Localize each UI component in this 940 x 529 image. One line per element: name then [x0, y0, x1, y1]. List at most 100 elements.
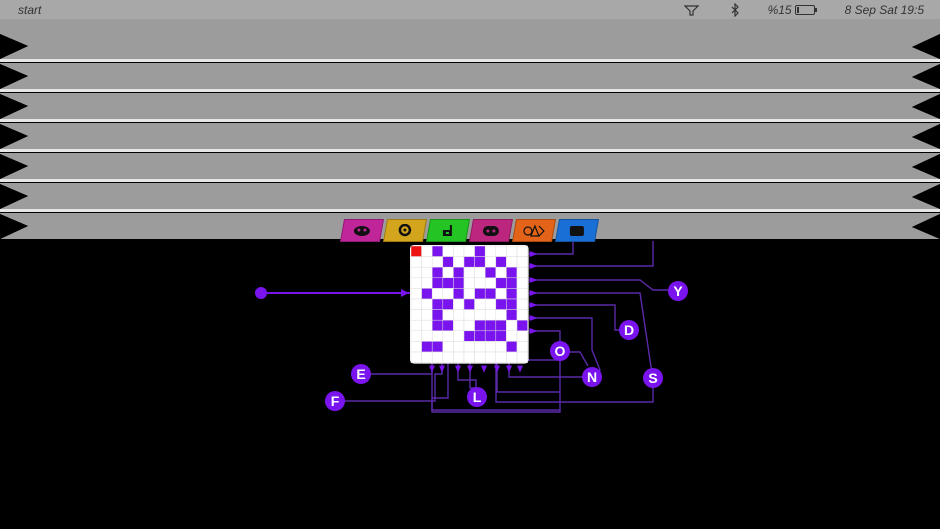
grid-cell[interactable]	[474, 277, 486, 289]
grid-cell[interactable]	[463, 245, 475, 257]
grid-cell[interactable]	[495, 351, 507, 363]
grid-cell[interactable]	[516, 266, 528, 279]
tab-music[interactable]	[425, 219, 471, 242]
grid-cell[interactable]	[463, 298, 475, 310]
grid-cell[interactable]	[506, 351, 518, 363]
grid-cell[interactable]	[506, 309, 518, 321]
grid-cell[interactable]	[495, 288, 507, 300]
grid-cell[interactable]	[495, 266, 507, 279]
grid-cell[interactable]	[421, 351, 433, 363]
grid-cell[interactable]	[463, 277, 475, 289]
grid-cell[interactable]	[410, 330, 422, 342]
grid-cell[interactable]	[474, 319, 486, 332]
grid-cell[interactable]	[506, 341, 518, 353]
grid-cell[interactable]	[463, 341, 475, 353]
grid-cell[interactable]	[410, 256, 422, 268]
grid-cell[interactable]	[463, 288, 475, 300]
grid-cell[interactable]	[516, 330, 528, 342]
letter-node-l[interactable]: L	[467, 387, 487, 407]
grid-cell[interactable]	[484, 330, 497, 342]
grid-cell[interactable]	[484, 309, 497, 321]
grid-cell[interactable]	[453, 266, 465, 279]
grid-cell[interactable]	[431, 288, 444, 300]
grid-cell[interactable]	[453, 330, 465, 342]
grid-cell[interactable]	[421, 256, 433, 268]
grid-cell[interactable]	[474, 341, 486, 353]
grid-cell[interactable]	[516, 309, 528, 321]
grid-cell[interactable]	[453, 351, 465, 363]
grid-cell[interactable]	[431, 266, 444, 279]
grid-cell[interactable]	[421, 288, 433, 300]
grid-cell[interactable]	[495, 319, 507, 332]
grid-cell[interactable]	[431, 245, 444, 257]
grid-cell[interactable]	[442, 277, 454, 289]
grid-cell[interactable]	[463, 309, 475, 321]
grid-cell[interactable]	[431, 309, 444, 321]
grid-cell[interactable]	[495, 330, 507, 342]
grid-cell[interactable]	[421, 277, 433, 289]
grid-cell[interactable]	[516, 277, 528, 289]
grid-cell[interactable]	[484, 245, 497, 257]
grid-cell[interactable]	[474, 245, 486, 257]
grid-cell[interactable]	[474, 266, 486, 279]
grid-cell[interactable]	[431, 351, 444, 363]
grid-cell[interactable]	[516, 288, 528, 300]
tab-dots[interactable]	[468, 219, 514, 242]
grid-cell[interactable]	[453, 341, 465, 353]
grid-cell[interactable]	[463, 330, 475, 342]
grid-cell[interactable]	[431, 341, 444, 353]
grid-cell[interactable]	[453, 256, 465, 268]
grid-cell[interactable]	[442, 298, 454, 310]
grid-cell[interactable]	[463, 319, 475, 332]
grid-cell[interactable]	[506, 319, 518, 332]
grid-cell[interactable]	[516, 245, 528, 257]
grid-cell[interactable]	[453, 298, 465, 310]
grid-cell[interactable]	[410, 298, 422, 310]
grid-cell[interactable]	[495, 245, 507, 257]
grid-cell[interactable]	[453, 319, 465, 332]
grid-cell[interactable]	[484, 319, 497, 332]
grid-cell[interactable]	[421, 341, 433, 353]
grid-cell[interactable]	[474, 330, 486, 342]
start-cell[interactable]	[410, 245, 422, 257]
grid-cell[interactable]	[453, 245, 465, 257]
grid-cell[interactable]	[484, 341, 497, 353]
grid-cell[interactable]	[484, 266, 497, 279]
input-node[interactable]	[255, 287, 267, 299]
grid-cell[interactable]	[506, 256, 518, 268]
grid-cell[interactable]	[421, 298, 433, 310]
grid-cell[interactable]	[474, 298, 486, 310]
grid-cell[interactable]	[431, 319, 444, 332]
grid-cell[interactable]	[421, 330, 433, 342]
grid-cell[interactable]	[431, 298, 444, 310]
grid-cell[interactable]	[516, 256, 528, 268]
letter-node-y[interactable]: Y	[668, 281, 688, 301]
grid-cell[interactable]	[495, 256, 507, 268]
grid-cell[interactable]	[484, 277, 497, 289]
grid-cell[interactable]	[453, 277, 465, 289]
grid-cell[interactable]	[410, 351, 422, 363]
grid-cell[interactable]	[474, 351, 486, 363]
letter-node-f[interactable]: F	[325, 391, 345, 411]
grid-cell[interactable]	[442, 266, 454, 279]
grid-cell[interactable]	[506, 266, 518, 279]
grid-cell[interactable]	[442, 309, 454, 321]
grid-cell[interactable]	[410, 319, 422, 332]
grid-cell[interactable]	[453, 288, 465, 300]
grid-cell[interactable]	[506, 330, 518, 342]
grid-cell[interactable]	[474, 288, 486, 300]
grid-cell[interactable]	[442, 256, 454, 268]
grid-cell[interactable]	[474, 309, 486, 321]
tab-shapes[interactable]	[511, 219, 557, 242]
grid-cell[interactable]	[463, 351, 475, 363]
grid-cell[interactable]	[506, 245, 518, 257]
tab-card[interactable]	[554, 219, 600, 242]
letter-node-o[interactable]: O	[550, 341, 570, 361]
grid-cell[interactable]	[442, 351, 454, 363]
grid-cell[interactable]	[431, 277, 444, 289]
grid-cell[interactable]	[463, 266, 475, 279]
grid-cell[interactable]	[453, 309, 465, 321]
grid-cell[interactable]	[410, 341, 422, 353]
grid-cell[interactable]	[495, 298, 507, 310]
grid-cell[interactable]	[431, 256, 444, 268]
